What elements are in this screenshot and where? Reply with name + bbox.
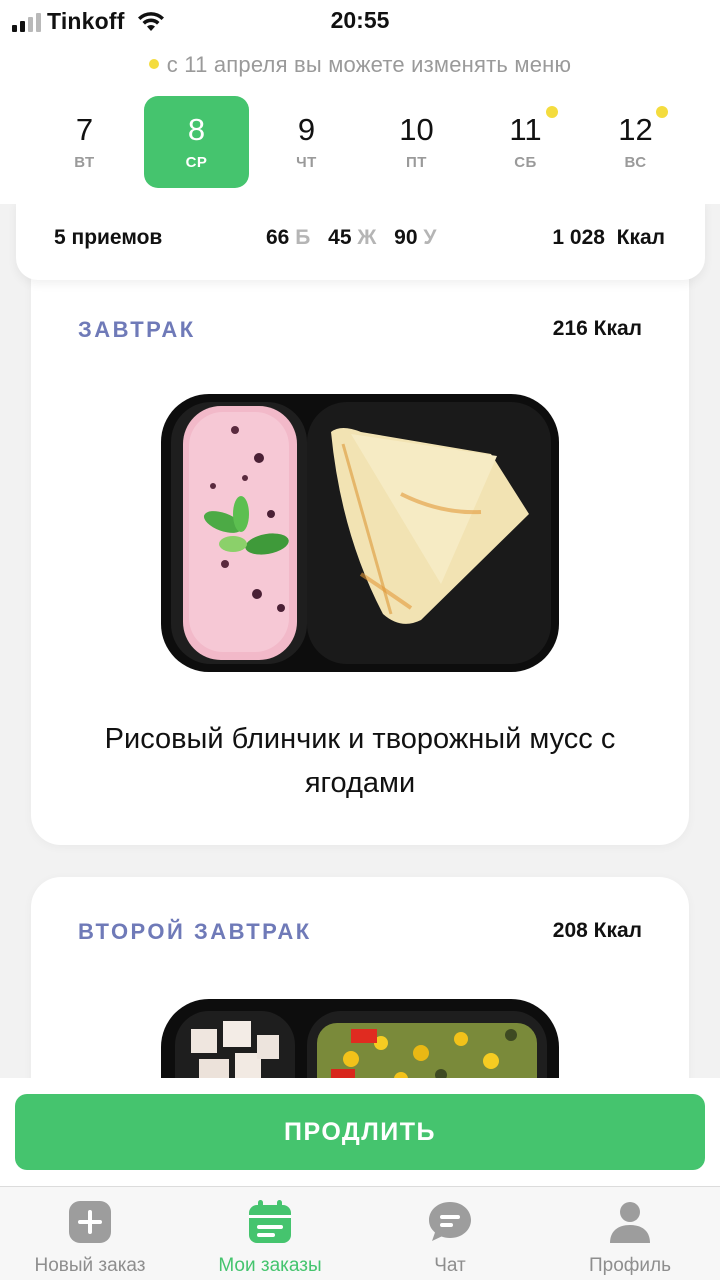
carb-value: 90 — [394, 226, 418, 249]
day-10[interactable]: 10 ПТ — [364, 96, 469, 188]
menu-change-notice: с 11 апреля вы можете изменять меню — [0, 52, 720, 78]
tab-label: Новый заказ — [34, 1255, 146, 1276]
tab-my-orders[interactable]: Мои заказы — [180, 1187, 360, 1280]
day-number: 11 — [509, 112, 542, 147]
chat-bubble-icon — [429, 1202, 471, 1241]
meals-count: 5 приемов — [54, 226, 163, 249]
tab-label: Мои заказы — [218, 1255, 322, 1276]
day-11[interactable]: 11 СБ — [473, 96, 578, 188]
tab-bar: Новый заказ Мои заказы Чат Профиль — [0, 1186, 720, 1280]
day-name: ПТ — [406, 154, 427, 171]
day-number: 12 — [618, 112, 653, 147]
day-number: 9 — [297, 112, 316, 147]
day-name: ВС — [624, 154, 647, 171]
carb-label: У — [423, 226, 437, 249]
day-12[interactable]: 12 ВС — [583, 96, 688, 188]
fat-value: 45 — [328, 226, 352, 249]
fat-label: Ж — [357, 226, 377, 249]
meal-card-breakfast[interactable]: ЗАВТРАК 216 Ккал Рисовый блинчик и творо… — [31, 272, 689, 845]
header: с 11 апреля вы можете изменять меню 7 ВТ… — [0, 42, 720, 204]
day-9[interactable]: 9 ЧТ — [254, 96, 359, 188]
day-name: ЧТ — [296, 154, 317, 171]
tab-label: Профиль — [588, 1255, 672, 1276]
yellow-dot-icon — [148, 59, 159, 70]
day-name: СБ — [514, 154, 537, 171]
day-summary: 5 приемов 66 Б 45 Ж 90 У 1 028 Ккал — [16, 200, 705, 280]
protein-label: Б — [295, 226, 311, 249]
tab-new-order[interactable]: Новый заказ — [0, 1187, 180, 1280]
tab-label: Чат — [434, 1255, 466, 1276]
meal-kcal: 208 Ккал — [552, 919, 642, 942]
meal-title: ВТОРОЙ ЗАВТРАК — [78, 919, 312, 944]
day-name: ВТ — [74, 154, 95, 171]
meal-photo — [161, 394, 559, 672]
profile-icon — [610, 1202, 650, 1243]
day-7[interactable]: 7 ВТ — [32, 96, 137, 188]
tab-profile[interactable]: Профиль — [540, 1187, 720, 1280]
protein-value: 66 — [266, 226, 290, 249]
clock: 20:55 — [330, 7, 390, 33]
prolong-button[interactable]: ПРОДЛИТЬ — [15, 1094, 705, 1170]
calendar-icon — [249, 1200, 291, 1243]
status-bar: Tinkoff 20:55 — [0, 0, 720, 42]
day-8-selected[interactable]: 8 СР — [144, 96, 249, 188]
notice-text: с 11 апреля вы можете изменять меню — [166, 52, 572, 77]
day-number: 7 — [75, 112, 94, 147]
prolong-bar: ПРОДЛИТЬ — [0, 1078, 720, 1188]
tab-chat[interactable]: Чат — [360, 1187, 540, 1280]
day-name: СР — [185, 154, 208, 171]
meal-kcal: 216 Ккал — [552, 317, 642, 340]
meal-description: Рисовый блинчик и творожный мусс с ягода… — [104, 723, 616, 799]
day-number: 8 — [187, 112, 206, 147]
changeable-dot-icon — [546, 106, 558, 118]
changeable-dot-icon — [656, 106, 668, 118]
day-selector: 7 ВТ 8 СР 9 ЧТ 10 ПТ 11 СБ 12 ВС — [32, 96, 688, 188]
meal-title: ЗАВТРАК — [78, 317, 196, 342]
total-kcal: 1 028 Ккал — [552, 226, 665, 249]
day-number: 10 — [399, 112, 434, 147]
macros: 66 Б 45 Ж 90 У — [266, 226, 448, 250]
plus-square-icon — [69, 1201, 111, 1243]
